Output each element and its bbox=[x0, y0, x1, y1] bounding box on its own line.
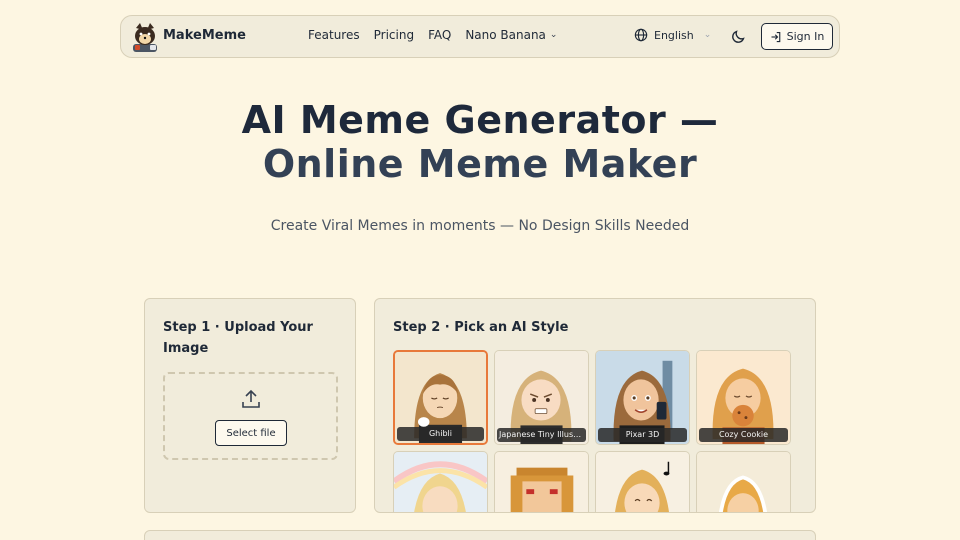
nav-link-features[interactable]: Features bbox=[308, 28, 360, 42]
step3-card bbox=[144, 530, 816, 540]
nano-banana-dropdown[interactable]: Nano Banana ⌄ bbox=[465, 28, 557, 42]
language-selector[interactable]: English ⌄ bbox=[634, 28, 711, 42]
pixel-style-thumbnail bbox=[495, 452, 588, 512]
page-title: AI Meme Generator — Online Meme Maker bbox=[0, 98, 960, 186]
sign-in-button[interactable]: Sign In bbox=[761, 23, 833, 50]
style-tile-pixar[interactable]: Pixar 3D bbox=[595, 350, 690, 445]
select-file-button[interactable]: Select file bbox=[215, 420, 287, 446]
page-subtitle: Create Viral Memes in moments — No Desig… bbox=[270, 218, 690, 234]
chevron-down-icon: ⌄ bbox=[549, 30, 558, 40]
style-tile-5[interactable] bbox=[393, 451, 488, 512]
globe-icon bbox=[634, 28, 648, 42]
brand-name[interactable]: MakeMeme bbox=[163, 28, 246, 43]
style-card: Step 2 · Pick an AI Style Ghibli Japanes… bbox=[374, 298, 816, 513]
upload-card: Step 1 · Upload Your Image Select file bbox=[144, 298, 356, 513]
title-line-1: AI Meme Generator — bbox=[241, 98, 719, 142]
nano-banana-label: Nano Banana bbox=[465, 28, 546, 42]
sticker-style-thumbnail bbox=[697, 452, 790, 512]
rainbow-style-thumbnail bbox=[394, 452, 487, 512]
style-label: Cozy Cookie bbox=[699, 428, 788, 442]
nav-link-pricing[interactable]: Pricing bbox=[374, 28, 414, 42]
style-label: Pixar 3D bbox=[598, 428, 687, 442]
language-label: English bbox=[654, 28, 694, 42]
title-line-2: Online Meme Maker bbox=[262, 142, 698, 186]
shiba-logo-icon[interactable] bbox=[131, 22, 159, 52]
style-grid: Ghibli Japanese Tiny Illustration bbox=[393, 350, 793, 512]
style-tile-japanese-tiny[interactable]: Japanese Tiny Illustration bbox=[494, 350, 589, 445]
moon-icon[interactable] bbox=[731, 28, 747, 44]
style-tile-7[interactable] bbox=[595, 451, 690, 512]
chevron-down-icon: ⌄ bbox=[703, 30, 712, 40]
style-tile-cozy-cookie[interactable]: Cozy Cookie bbox=[696, 350, 791, 445]
style-tile-6[interactable] bbox=[494, 451, 589, 512]
step1-title: Step 1 · Upload Your Image bbox=[163, 320, 313, 356]
sign-in-icon bbox=[771, 31, 780, 42]
upload-dropzone[interactable]: Select file bbox=[163, 372, 338, 460]
nav-links: Features Pricing FAQ Nano Banana ⌄ bbox=[308, 28, 557, 42]
style-tile-8[interactable] bbox=[696, 451, 791, 512]
upload-icon bbox=[242, 389, 260, 408]
style-tile-ghibli[interactable]: Ghibli bbox=[393, 350, 488, 445]
style-label: Japanese Tiny Illustration bbox=[497, 428, 586, 442]
nav-link-faq[interactable]: FAQ bbox=[428, 28, 451, 42]
navbar: MakeMeme Features Pricing FAQ Nano Banan… bbox=[120, 15, 840, 58]
style-label: Ghibli bbox=[397, 427, 484, 441]
music-style-thumbnail bbox=[596, 452, 689, 512]
sign-in-label: Sign In bbox=[786, 30, 825, 43]
step2-title: Step 2 · Pick an AI Style bbox=[393, 320, 569, 335]
